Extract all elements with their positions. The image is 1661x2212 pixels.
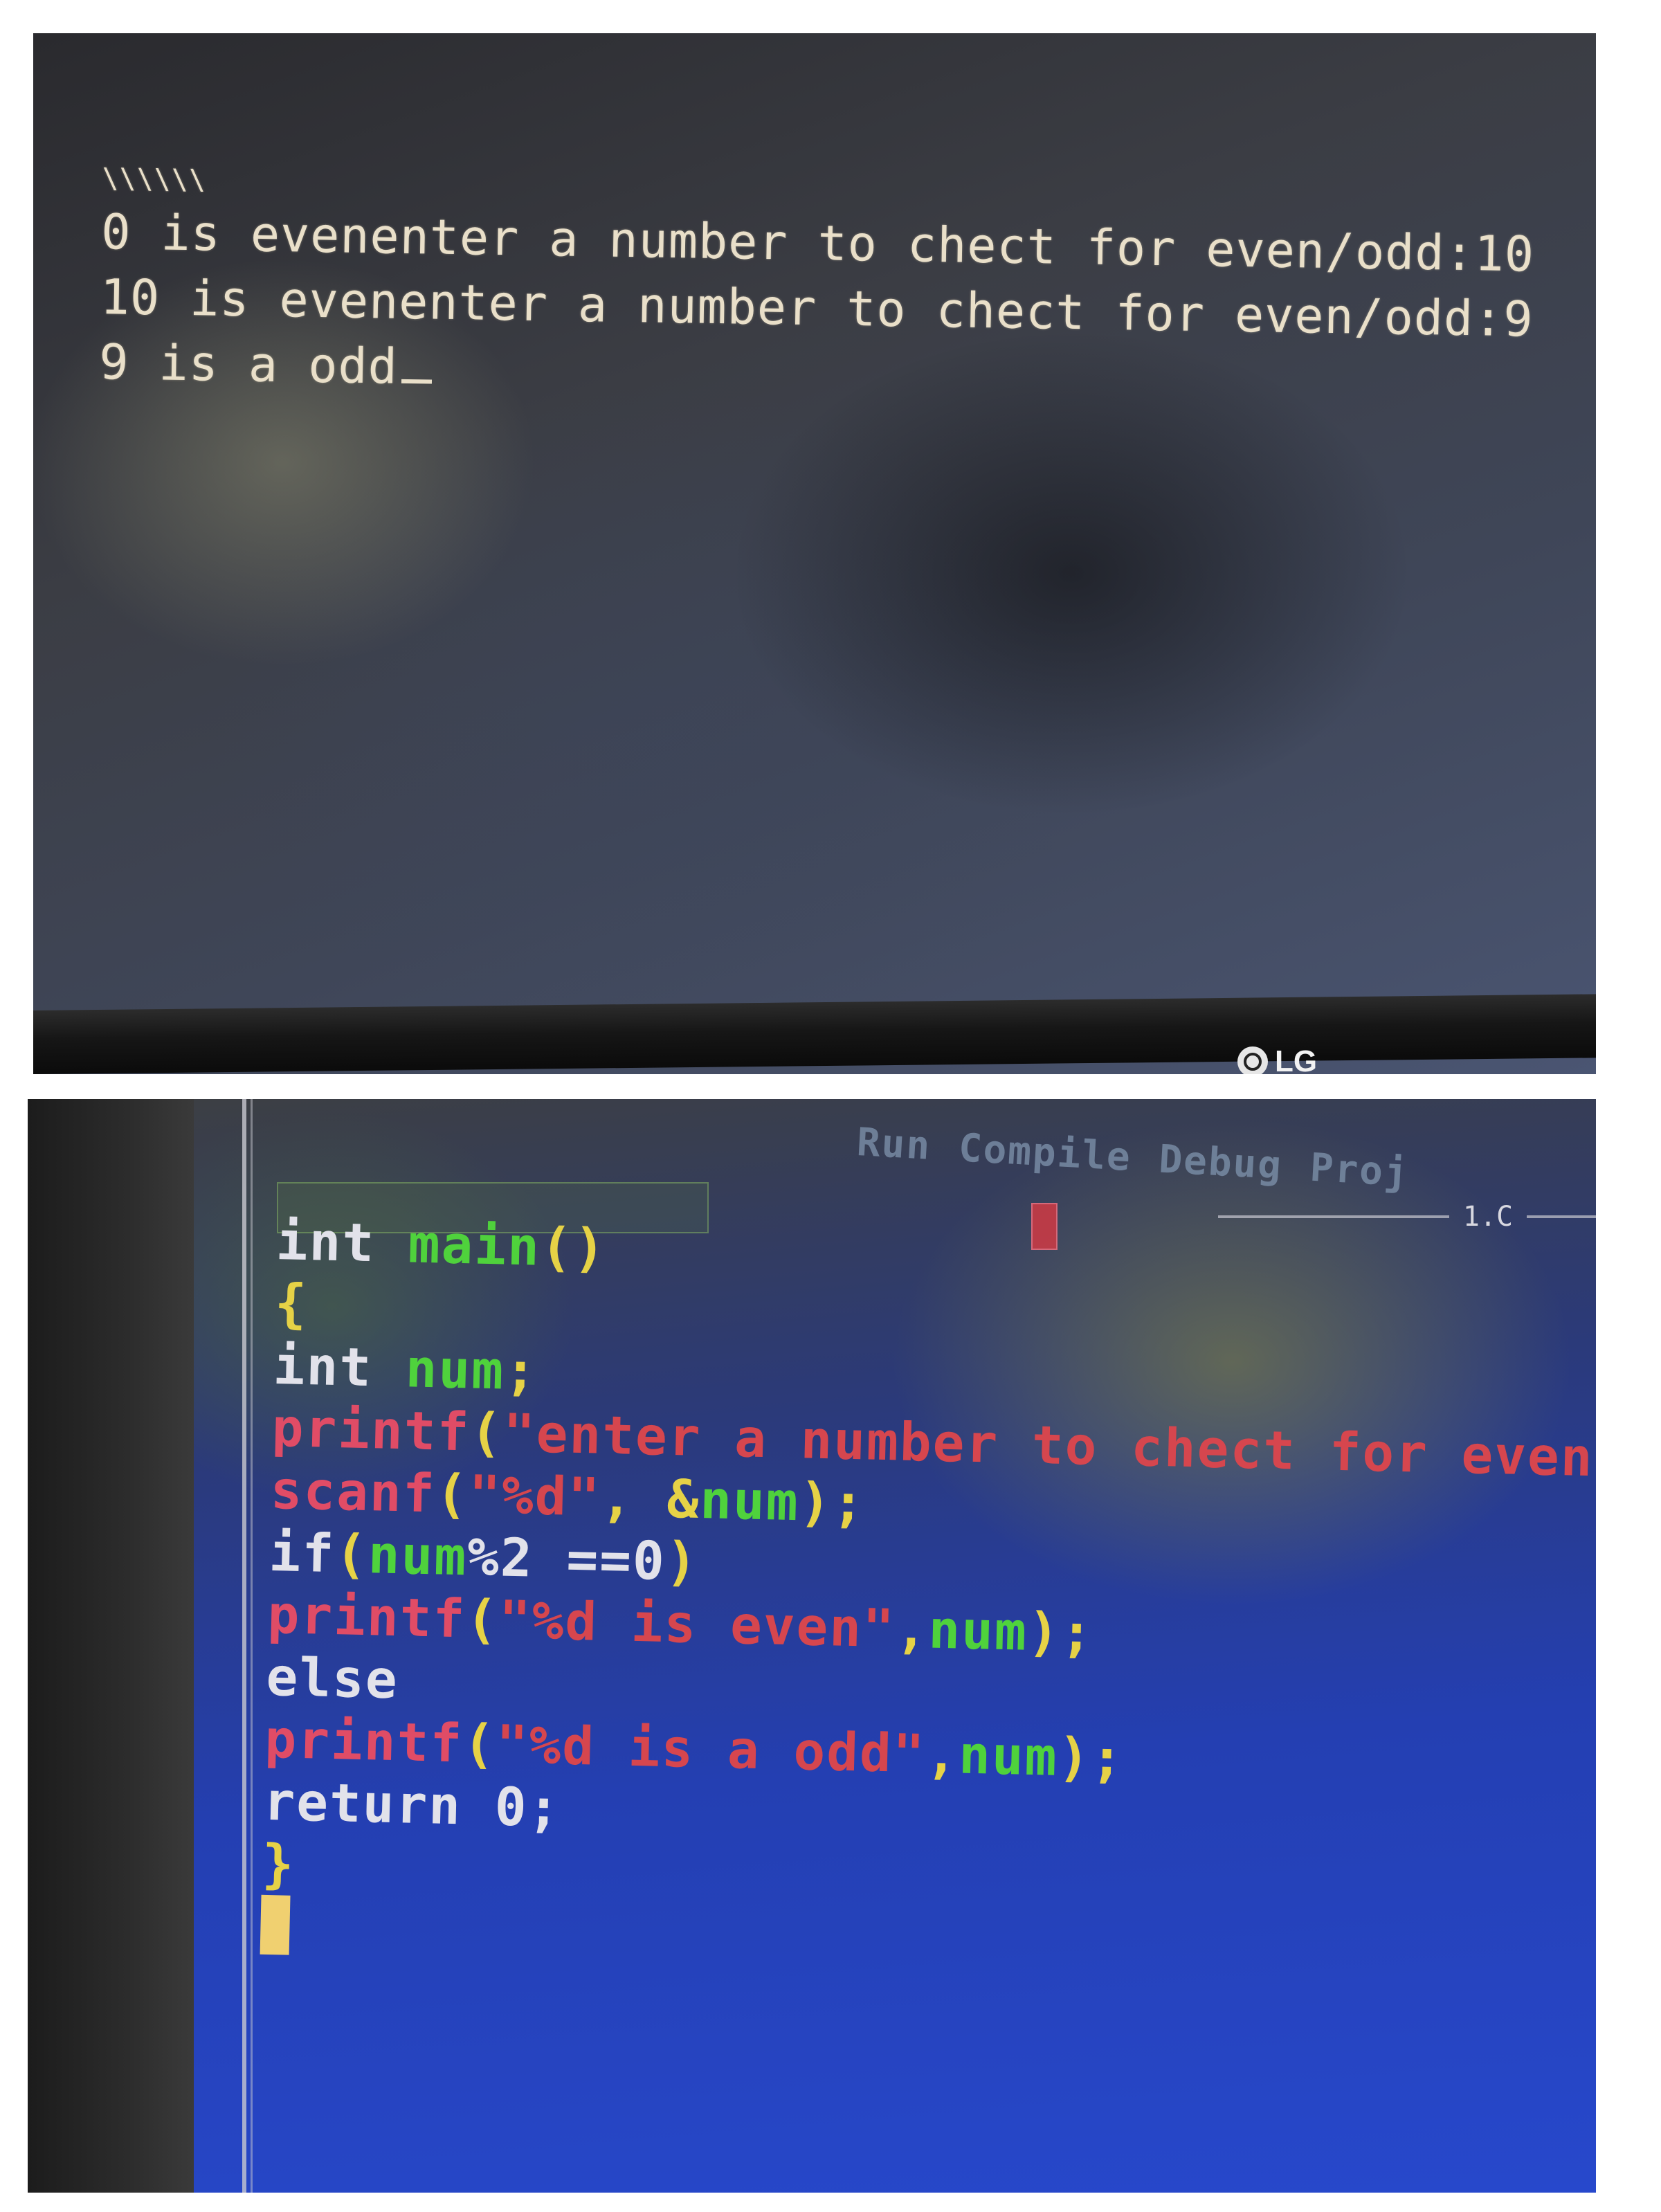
code-editor-text[interactable]: int main() { int num; printf("enter a nu…: [260, 1210, 1596, 1987]
code-punctuation: ,: [925, 1723, 960, 1786]
code-punctuation: (: [435, 1462, 470, 1525]
code-string: "%d": [468, 1463, 602, 1528]
code-punctuation: ,: [894, 1597, 929, 1660]
code-identifier: num: [927, 1598, 1028, 1662]
text-cursor: [260, 1894, 291, 1955]
monitor-brand: LG: [1275, 1044, 1318, 1074]
code-punctuation: ;: [504, 1339, 538, 1402]
code-punctuation: );: [1057, 1725, 1125, 1789]
console-output: \\\\\\ 0 is evenenter a number to chect …: [99, 158, 1556, 417]
menu-project[interactable]: Proj: [1309, 1145, 1410, 1196]
code-keyword: else: [265, 1645, 399, 1711]
code-punctuation: {: [273, 1271, 309, 1335]
code-punctuation: (: [469, 1401, 505, 1464]
menu-bar: Run Compile Debug Proj: [855, 1120, 1410, 1195]
file-name: 1.C: [1462, 1201, 1514, 1233]
code-punctuation: ): [664, 1530, 700, 1593]
editor-title-bar: 1.C: [1218, 1201, 1596, 1233]
menu-compile[interactable]: Compile: [957, 1125, 1132, 1180]
code-string: "%d is even": [498, 1588, 896, 1660]
code-punctuation: );: [798, 1471, 866, 1534]
code-identifier: num: [404, 1337, 506, 1402]
menu-run[interactable]: Run: [855, 1120, 932, 1169]
code-punctuation: );: [1026, 1600, 1095, 1664]
monitor-logo: LG: [1237, 1044, 1317, 1074]
code-identifier: main: [407, 1213, 541, 1278]
code-keyword: int: [272, 1334, 374, 1399]
editor-photo: Run Compile Debug Proj 1.C int main() { …: [28, 1099, 1596, 2193]
code-identifier: num: [699, 1468, 800, 1533]
code-function: printf: [266, 1583, 467, 1650]
code-identifier: num: [958, 1723, 1059, 1788]
turbo-c-editor: Run Compile Debug Proj 1.C int main() { …: [194, 1099, 1596, 2193]
console-line-3-text: 9 is a odd: [98, 333, 399, 395]
code-punctuation: &: [666, 1467, 701, 1530]
code-keyword: return 0;: [262, 1770, 562, 1839]
code-identifier: num: [367, 1523, 469, 1588]
monitor-left-bezel: [28, 1099, 194, 2193]
code-function: scanf: [269, 1458, 437, 1525]
menu-debug[interactable]: Debug: [1158, 1136, 1284, 1188]
code-keyword: int: [275, 1210, 376, 1274]
code-punctuation: (: [465, 1588, 500, 1651]
code-punctuation: }: [261, 1832, 296, 1895]
code-punctuation: ,: [600, 1466, 668, 1530]
console-output-photo: \\\\\\ 0 is evenenter a number to chect …: [33, 33, 1596, 1074]
editor-frame-border-inner: [251, 1099, 253, 2193]
code-punctuation: (: [334, 1523, 370, 1586]
title-rule-left: [1218, 1215, 1449, 1218]
code-string: "%d is a odd": [495, 1713, 927, 1785]
console-cursor: [401, 379, 433, 384]
code-function: printf: [264, 1707, 464, 1775]
code-keyword: if: [268, 1521, 336, 1585]
code-expression: %2 ==0: [466, 1525, 666, 1592]
code-punctuation: (: [462, 1712, 497, 1775]
title-rule-right: [1527, 1215, 1596, 1218]
editor-frame-border: [242, 1099, 246, 2193]
lg-logo-icon: [1237, 1046, 1268, 1074]
monitor-bezel: [33, 994, 1596, 1074]
code-punctuation: (): [539, 1215, 608, 1279]
code-function: printf: [271, 1396, 471, 1463]
